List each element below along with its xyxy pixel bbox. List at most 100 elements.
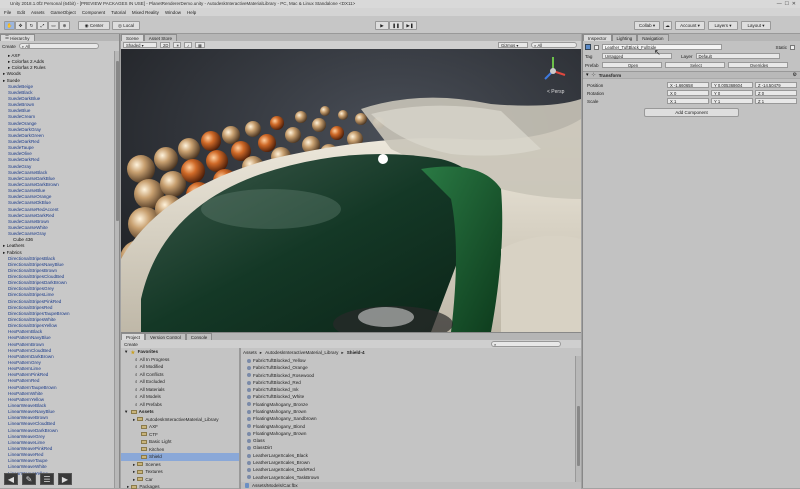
asset-folder-item[interactable]: AXF: [121, 423, 239, 431]
rotate-tool-button[interactable]: ↻: [26, 21, 37, 30]
asset-folder-item[interactable]: ▸Scenes: [121, 461, 239, 469]
asset-file-item[interactable]: FabricTuftBlocked_White: [247, 393, 567, 400]
asset-file-item[interactable]: GlassDirt: [247, 445, 567, 452]
prefab-open-button[interactable]: Open: [602, 62, 662, 68]
project-create-button[interactable]: Create: [124, 342, 138, 347]
transform-header[interactable]: ▾ ⊹ Transform ⚙: [583, 71, 800, 79]
scale-y-field[interactable]: Y 1: [711, 98, 753, 104]
tab-lighting[interactable]: Lighting: [612, 34, 638, 41]
position-x-field[interactable]: X -1.660658: [667, 82, 709, 88]
favorite-item[interactable]: ⌕All Models: [121, 393, 239, 401]
pause-button[interactable]: ❚❚: [389, 21, 403, 30]
asset-file-item[interactable]: FabricTuftBlocked_Yellow: [247, 357, 567, 364]
cloud-button[interactable]: ☁: [663, 21, 672, 30]
hierarchy-scroll-thumb[interactable]: [116, 61, 119, 221]
gizmos-dropdown[interactable]: Gizmos ▾: [498, 42, 528, 48]
tab-version-control[interactable]: Version Control: [145, 333, 186, 340]
step-button[interactable]: ▶❚: [403, 21, 417, 30]
favorite-item[interactable]: ⌕All Conflicts: [121, 371, 239, 379]
breadcrumb-item[interactable]: Assets: [243, 350, 257, 355]
2d-toggle[interactable]: 2D: [160, 42, 170, 48]
layers-button[interactable]: Layers ▾: [708, 21, 738, 30]
asset-file-item[interactable]: FabricTuftBlocked_Orange: [247, 364, 567, 371]
asset-file-item[interactable]: FabricTuftBlocked_Red: [247, 379, 567, 386]
rotation-x-field[interactable]: X 0: [667, 90, 709, 96]
breadcrumb-item[interactable]: AutodeskInteractiveMaterial_Library: [265, 350, 338, 355]
prefab-select-button[interactable]: Select: [665, 62, 725, 68]
favorites-header[interactable]: ▾ ★Favorites: [121, 348, 239, 356]
window-controls[interactable]: — ☐ ✕: [777, 0, 796, 8]
menu-item-tutorial[interactable]: Tutorial: [111, 10, 126, 15]
tab-project[interactable]: Project: [121, 333, 145, 340]
favorite-item[interactable]: ⌕All Modified: [121, 363, 239, 371]
scale-x-field[interactable]: X 1: [667, 98, 709, 104]
breadcrumb-item[interactable]: Shield-4: [347, 350, 365, 355]
foldout-arrow-icon[interactable]: ▸: [133, 461, 135, 469]
project-search-input[interactable]: ⌕: [491, 341, 561, 347]
rotation-y-field[interactable]: Y 0: [711, 90, 753, 96]
scale-tool-button[interactable]: ⤢: [37, 21, 48, 30]
position-z-field[interactable]: Z -14.50479: [755, 82, 797, 88]
asset-folder-item[interactable]: CTF: [121, 431, 239, 439]
asset-folder-item[interactable]: ▸Car: [121, 476, 239, 484]
object-name-field[interactable]: Leather_TuftBlack_FullSide: [602, 44, 722, 50]
active-checkbox[interactable]: [594, 45, 599, 50]
asset-folder-item[interactable]: ▸Packages: [121, 483, 239, 489]
hierarchy-create-button[interactable]: Create: [2, 44, 16, 49]
effects-toggle[interactable]: ▦: [195, 42, 205, 48]
scene-search-input[interactable]: ⌕ All: [531, 42, 577, 48]
tab-console[interactable]: Console: [186, 333, 213, 340]
project-scrollbar[interactable]: [575, 356, 581, 482]
project-splitter[interactable]: [239, 348, 241, 489]
tab-scene[interactable]: Scene: [121, 34, 144, 41]
hierarchy-search-input[interactable]: ⌕ All: [19, 43, 99, 49]
menu-item-gameobject[interactable]: GameObject: [51, 10, 76, 15]
hand-tool-button[interactable]: ✋: [4, 21, 15, 30]
prefab-overrides-button[interactable]: Overrides: [728, 62, 788, 68]
menu-item-file[interactable]: File: [4, 10, 11, 15]
asset-file-item[interactable]: FabricTuftBlocked_Ink: [247, 386, 567, 393]
asset-file-item[interactable]: FabricTuftBlocked_Rosewood: [247, 372, 567, 379]
layer-dropdown[interactable]: Default: [696, 53, 780, 59]
pen-button[interactable]: ✎: [22, 473, 36, 485]
move-tool-button[interactable]: ✥: [15, 21, 26, 30]
shading-mode-dropdown[interactable]: Shaded ▾: [123, 42, 157, 48]
asset-file-item[interactable]: Glass: [247, 437, 567, 444]
rotation-z-field[interactable]: Z 0: [755, 90, 797, 96]
menu-item-component[interactable]: Component: [82, 10, 105, 15]
tab-asset-store[interactable]: Asset Store: [144, 34, 177, 41]
scene-render[interactable]: < Persp: [121, 49, 581, 332]
audio-toggle[interactable]: ♪: [184, 42, 192, 48]
menu-button[interactable]: ☰: [40, 473, 54, 485]
asset-file-item[interactable]: LeatherLargeScales_Black: [247, 452, 567, 459]
asset-folder-item[interactable]: Kitchen: [121, 446, 239, 454]
position-y-field[interactable]: Y 0.005368604: [711, 82, 753, 88]
project-scroll-thumb[interactable]: [577, 406, 580, 466]
asset-file-item[interactable]: FloatingMahogany_Blond: [247, 423, 567, 430]
rect-tool-button[interactable]: ▭: [48, 21, 59, 30]
lighting-toggle[interactable]: ☀: [173, 42, 181, 48]
menu-item-assets[interactable]: Assets: [31, 10, 45, 15]
asset-file-item[interactable]: LeatherLargeScales_DarkRed: [247, 466, 567, 473]
play-button[interactable]: ▶: [375, 21, 389, 30]
foldout-arrow-icon[interactable]: ▸: [127, 483, 129, 489]
assets-header[interactable]: ▾ Assets: [121, 408, 239, 416]
asset-file-item[interactable]: FloatingMahogany_Sandbrown: [247, 415, 567, 422]
foldout-arrow-icon[interactable]: ▸: [133, 468, 135, 476]
menu-item-mixed-reality[interactable]: Mixed Reality: [132, 10, 159, 15]
asset-file-item[interactable]: FloatingMahogany_Brown: [247, 408, 567, 415]
settings-icon[interactable]: ⚙: [793, 72, 797, 78]
favorite-item[interactable]: ⌕All Prefabs: [121, 401, 239, 409]
menu-item-edit[interactable]: Edit: [17, 10, 25, 15]
asset-folder-item[interactable]: Shield: [121, 453, 239, 461]
tab-hierarchy[interactable]: ☰ Hierarchy: [0, 34, 35, 41]
collab-button[interactable]: Collab ▾: [634, 21, 660, 30]
asset-file-item[interactable]: LeatherLargeScales_TaskBrown: [247, 474, 567, 481]
asset-folder-item[interactable]: ▸AutodeskInteractiveMaterial_Library: [121, 416, 239, 424]
persp-label[interactable]: < Persp: [547, 89, 565, 95]
asset-folder-item[interactable]: Basic Light: [121, 438, 239, 446]
asset-file-item[interactable]: FloatingMahogany_Brown: [247, 430, 567, 437]
tab-inspector[interactable]: Inspector: [583, 34, 612, 41]
pivot-center-button[interactable]: ◉ Center: [78, 21, 110, 30]
next-button[interactable]: ▶: [58, 473, 72, 485]
